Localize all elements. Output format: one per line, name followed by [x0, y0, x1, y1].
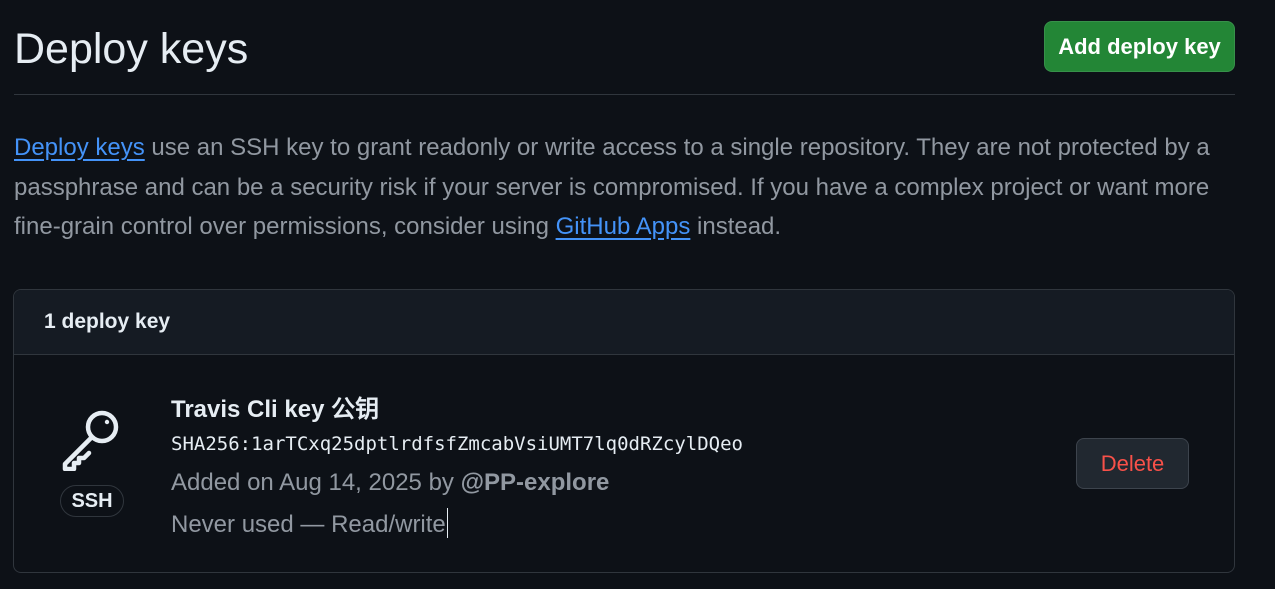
deploy-keys-page: Deploy keys Add deploy key Deploy keys u… [0, 0, 1275, 589]
github-apps-link[interactable]: GitHub Apps [556, 213, 691, 240]
description-text-2: instead. [690, 213, 782, 240]
ssh-type-label: SSH [60, 485, 124, 517]
added-by-user: @PP-explore [460, 469, 610, 496]
deploy-key-added-info: Added on Aug 14, 2025 by @PP-explore [171, 469, 609, 497]
text-cursor [446, 508, 448, 538]
add-deploy-key-button[interactable]: Add deploy key [1044, 21, 1235, 72]
page-header: Deploy keys Add deploy key [14, 0, 1235, 95]
deploy-keys-count: 1 deploy key [44, 310, 171, 333]
delete-deploy-key-button[interactable]: Delete [1076, 438, 1189, 489]
usage-text: Never used — Read/write [171, 511, 446, 538]
deploy-key-usage: Never used — Read/write [171, 508, 448, 539]
deploy-key-fingerprint: SHA256:1arTCxq25dptlrdfsfZmcabVsiUMT7lq0… [171, 433, 743, 455]
deploy-keys-docs-link[interactable]: Deploy keys [14, 134, 145, 161]
added-date-text: Added on Aug 14, 2025 by [171, 469, 461, 496]
deploy-keys-count-header: 1 deploy key [14, 290, 1234, 355]
page-title: Deploy keys [14, 25, 249, 73]
deploy-keys-list: 1 deploy key SSH Travis Cli key 公钥 SHA25… [13, 289, 1235, 573]
deploy-keys-description: Deploy keys use an SSH key to grant read… [14, 128, 1239, 247]
key-icon [62, 410, 119, 471]
deploy-key-item: SSH Travis Cli key 公钥 SHA256:1arTCxq25dp… [14, 355, 1234, 572]
deploy-key-title: Travis Cli key 公钥 [171, 396, 380, 423]
